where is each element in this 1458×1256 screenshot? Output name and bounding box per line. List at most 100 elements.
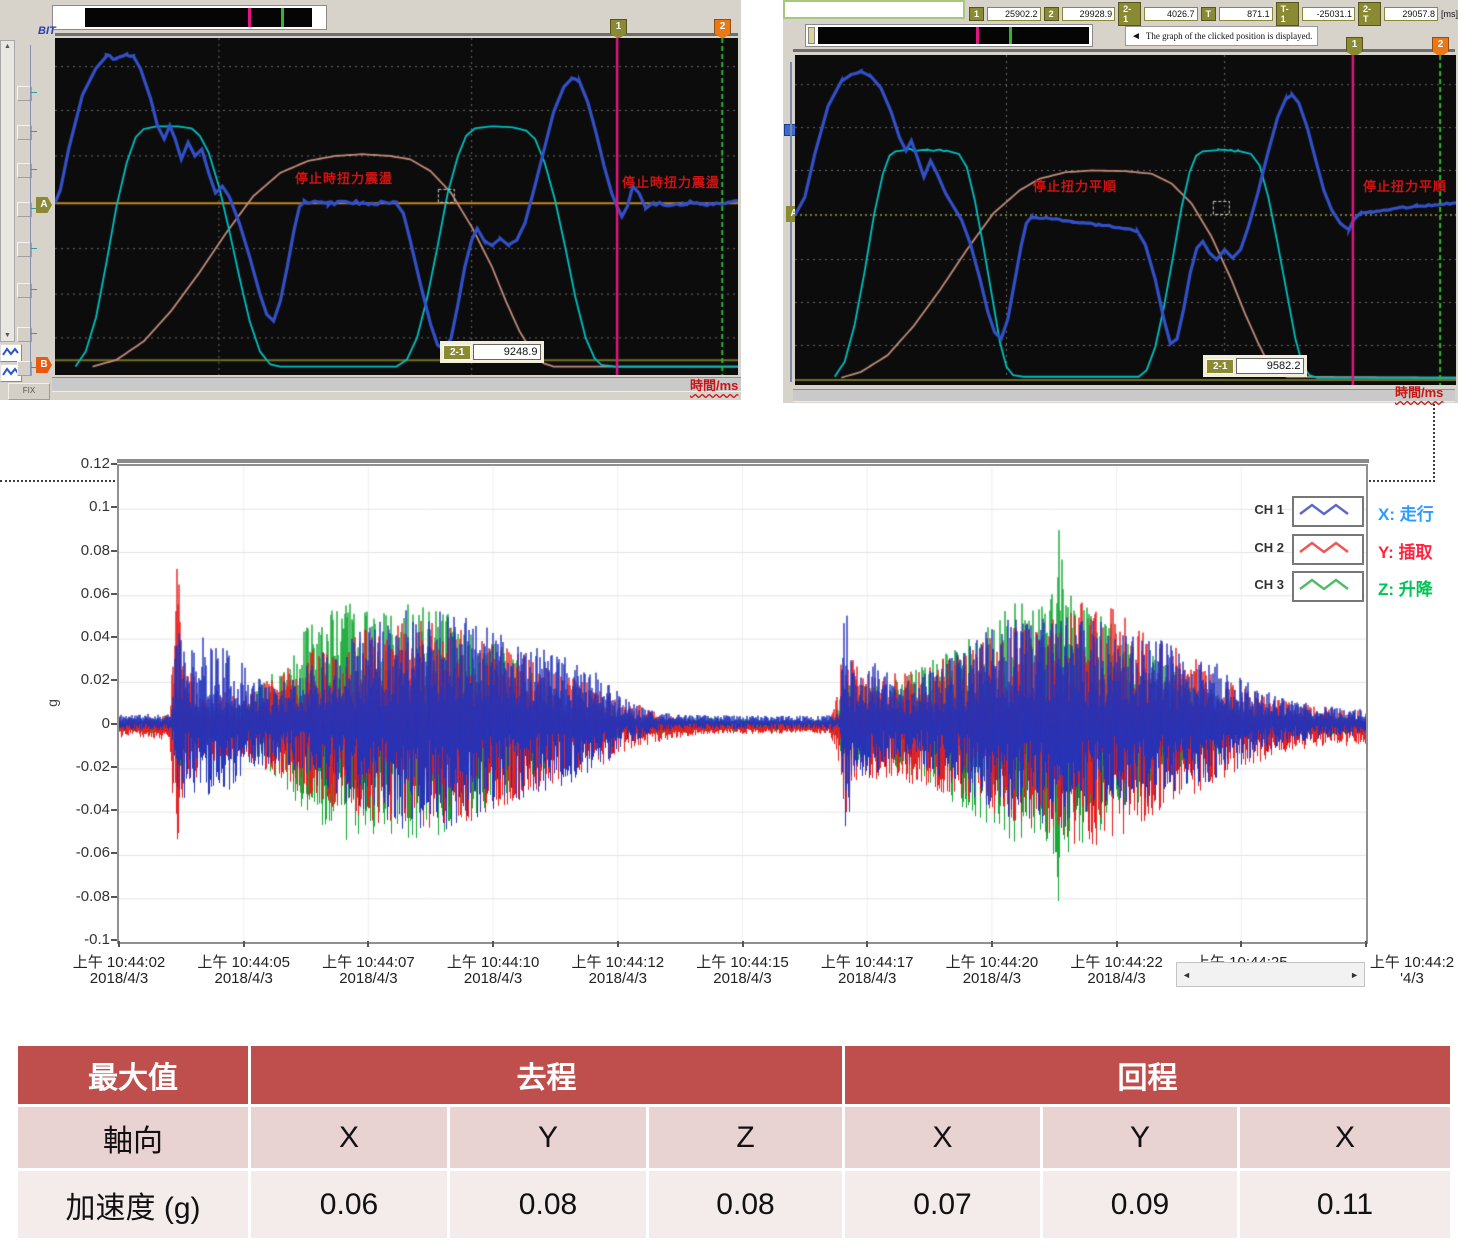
- zoom-wave-button-1[interactable]: [0, 344, 22, 362]
- x-tick-mark: [742, 941, 744, 947]
- marker-a[interactable]: A: [36, 197, 52, 213]
- readout-value-2-1: 4026.7: [1144, 7, 1198, 21]
- annotation-text: 停止扭力平順: [1363, 176, 1447, 195]
- cursor1-badge[interactable]: 1: [1346, 37, 1363, 57]
- x-tick-mark: [118, 941, 120, 947]
- y-tick-label: 0.06: [52, 585, 110, 603]
- x-tick-mark: [617, 941, 619, 947]
- y-tick-mark: [111, 593, 117, 595]
- y-tick-mark: [111, 550, 117, 552]
- table-header-cell: 去程: [251, 1046, 842, 1104]
- left-scrollbar[interactable]: ▲ ▼: [0, 40, 15, 342]
- table-axis-cell: X: [845, 1107, 1040, 1168]
- y-tick-mark: [111, 463, 117, 465]
- bottom-scroll-track[interactable]: [52, 377, 741, 392]
- report-page: BIT ▲ ▼ FIX A B 1 2 停止時扭力震盪 停止時扭力震盪 2-1 …: [0, 0, 1458, 1256]
- scope-waveform-canvas[interactable]: [55, 38, 738, 375]
- legend-swatch-box[interactable]: [1292, 496, 1364, 527]
- y-tick-label: -0.1: [52, 931, 110, 949]
- readout-tag-2-1: 2-1: [1118, 2, 1141, 26]
- overview-navigator-right[interactable]: [805, 24, 1093, 47]
- cursor1-badge[interactable]: 1: [610, 19, 627, 39]
- navigator-cursor1-tick[interactable]: [976, 27, 979, 44]
- table-value-cell: 0.06: [251, 1171, 447, 1238]
- y-tick-mark: [111, 723, 117, 725]
- navigator-range[interactable]: [818, 27, 1089, 44]
- chart-horizontal-scrollbar[interactable]: ◄ ►: [1176, 962, 1365, 987]
- y-tick-label: -0.08: [52, 888, 110, 906]
- y-tick-mark: [111, 766, 117, 768]
- hint-text: The graph of the clicked position is dis…: [1146, 31, 1312, 41]
- readout-tag-T-1: T-1: [1276, 2, 1299, 26]
- x-tick-date-label: 2018/4/3: [548, 970, 688, 987]
- scale-tick: [31, 131, 37, 132]
- y-tick-mark: [111, 896, 117, 898]
- fix-button[interactable]: FIX: [8, 383, 50, 400]
- navigator-cursor2-tick[interactable]: [1009, 27, 1012, 44]
- x-tick-mark: [243, 941, 245, 947]
- bottom-scroll-track[interactable]: [793, 389, 1455, 402]
- x-tick-mark: [1240, 941, 1242, 947]
- legend-axis-label: Z: 升降: [1378, 575, 1433, 600]
- scroll-left-icon[interactable]: ◄: [1182, 963, 1191, 986]
- scale-tick: [31, 333, 37, 334]
- y-tick-label: 0.08: [52, 542, 110, 560]
- x-tick-date-label: 2018/4/3: [49, 970, 189, 987]
- scope-plot-left[interactable]: 停止時扭力震盪 停止時扭力震盪 2-1 9248.9: [55, 38, 738, 375]
- cursor2-badge[interactable]: 2: [714, 19, 731, 39]
- x-tick-time-label: 上午 10:44:05: [174, 951, 314, 972]
- table-header-cell: 最大值: [18, 1046, 248, 1104]
- table-axis-cell: X: [251, 1107, 447, 1168]
- table-value-cell: 0.08: [450, 1171, 646, 1238]
- acceleration-chart-plot[interactable]: [117, 464, 1368, 944]
- navigator-cursor2-tick[interactable]: [281, 8, 284, 27]
- navigator-cursor1-tick[interactable]: [248, 8, 251, 27]
- hint-tooltip: ◄ The graph of the clicked position is d…: [1125, 26, 1318, 46]
- readout-value-1: 25902.2: [987, 7, 1041, 21]
- cursor-delta-readout: 2-1 9248.9: [440, 341, 544, 363]
- y-tick-mark: [111, 636, 117, 638]
- x-tick-mark: [991, 941, 993, 947]
- bit-logo: BIT: [38, 25, 56, 37]
- readout-value-2-T: 29057.8: [1384, 7, 1438, 21]
- x-axis-unit-label: 時間/ms: [1395, 382, 1443, 401]
- legend-axis-label: X: 走行: [1378, 500, 1434, 525]
- table-axis-cell: Y: [1043, 1107, 1237, 1168]
- x-tick-date-label: 2018/4/3: [423, 970, 563, 987]
- scale-tick: [31, 169, 37, 170]
- delta-tag: 2-1: [1206, 359, 1234, 374]
- x-tick-date-label: 2018/4/3: [1047, 970, 1187, 987]
- navigator-handle[interactable]: [808, 27, 815, 44]
- readout-tag-2-T: 2-T: [1358, 2, 1381, 26]
- marker-b[interactable]: B: [36, 357, 52, 373]
- x-tick-time-label: 上午 10:44:15: [673, 951, 813, 972]
- y-tick-label: -0.02: [52, 758, 110, 776]
- legend-swatch-box[interactable]: [1292, 571, 1364, 602]
- scale-bracket: [30, 45, 31, 375]
- divider: [55, 33, 738, 36]
- table-axis-cell: Z: [649, 1107, 842, 1168]
- cursor2-badge[interactable]: 2: [1432, 37, 1449, 57]
- scroll-right-icon[interactable]: ►: [1350, 963, 1359, 986]
- legend-channel-label: CH 2: [1240, 540, 1284, 555]
- acceleration-waveform-canvas[interactable]: [119, 466, 1366, 942]
- scale-bracket: [790, 62, 792, 382]
- cursor-readouts: 125902.2229928.92-14026.7T871.1T-1-25031…: [969, 2, 1458, 26]
- scale-tick: [31, 248, 37, 249]
- scroll-down-icon[interactable]: ▼: [1, 332, 14, 339]
- scroll-up-icon[interactable]: ▲: [1, 43, 14, 50]
- legend-swatch-box[interactable]: [1292, 534, 1364, 565]
- table-axis-cell: Y: [450, 1107, 646, 1168]
- y-tick-mark: [111, 679, 117, 681]
- overview-navigator-left[interactable]: [52, 5, 327, 30]
- scope-plot-right[interactable]: 停止扭力平順 停止扭力平順 2-1 9582.2: [795, 55, 1456, 385]
- y-tick-mark: [111, 506, 117, 508]
- y-tick-label: 0.1: [52, 498, 110, 516]
- navigator-range[interactable]: [85, 8, 312, 27]
- x-tick-time-label: 上午 10:44:10: [423, 951, 563, 972]
- x-tick-mark: [866, 941, 868, 947]
- y-tick-label: 0: [52, 715, 110, 733]
- scope-waveform-canvas[interactable]: [795, 55, 1456, 385]
- y-tick-mark: [111, 852, 117, 854]
- cursor-entry-field[interactable]: [783, 0, 965, 19]
